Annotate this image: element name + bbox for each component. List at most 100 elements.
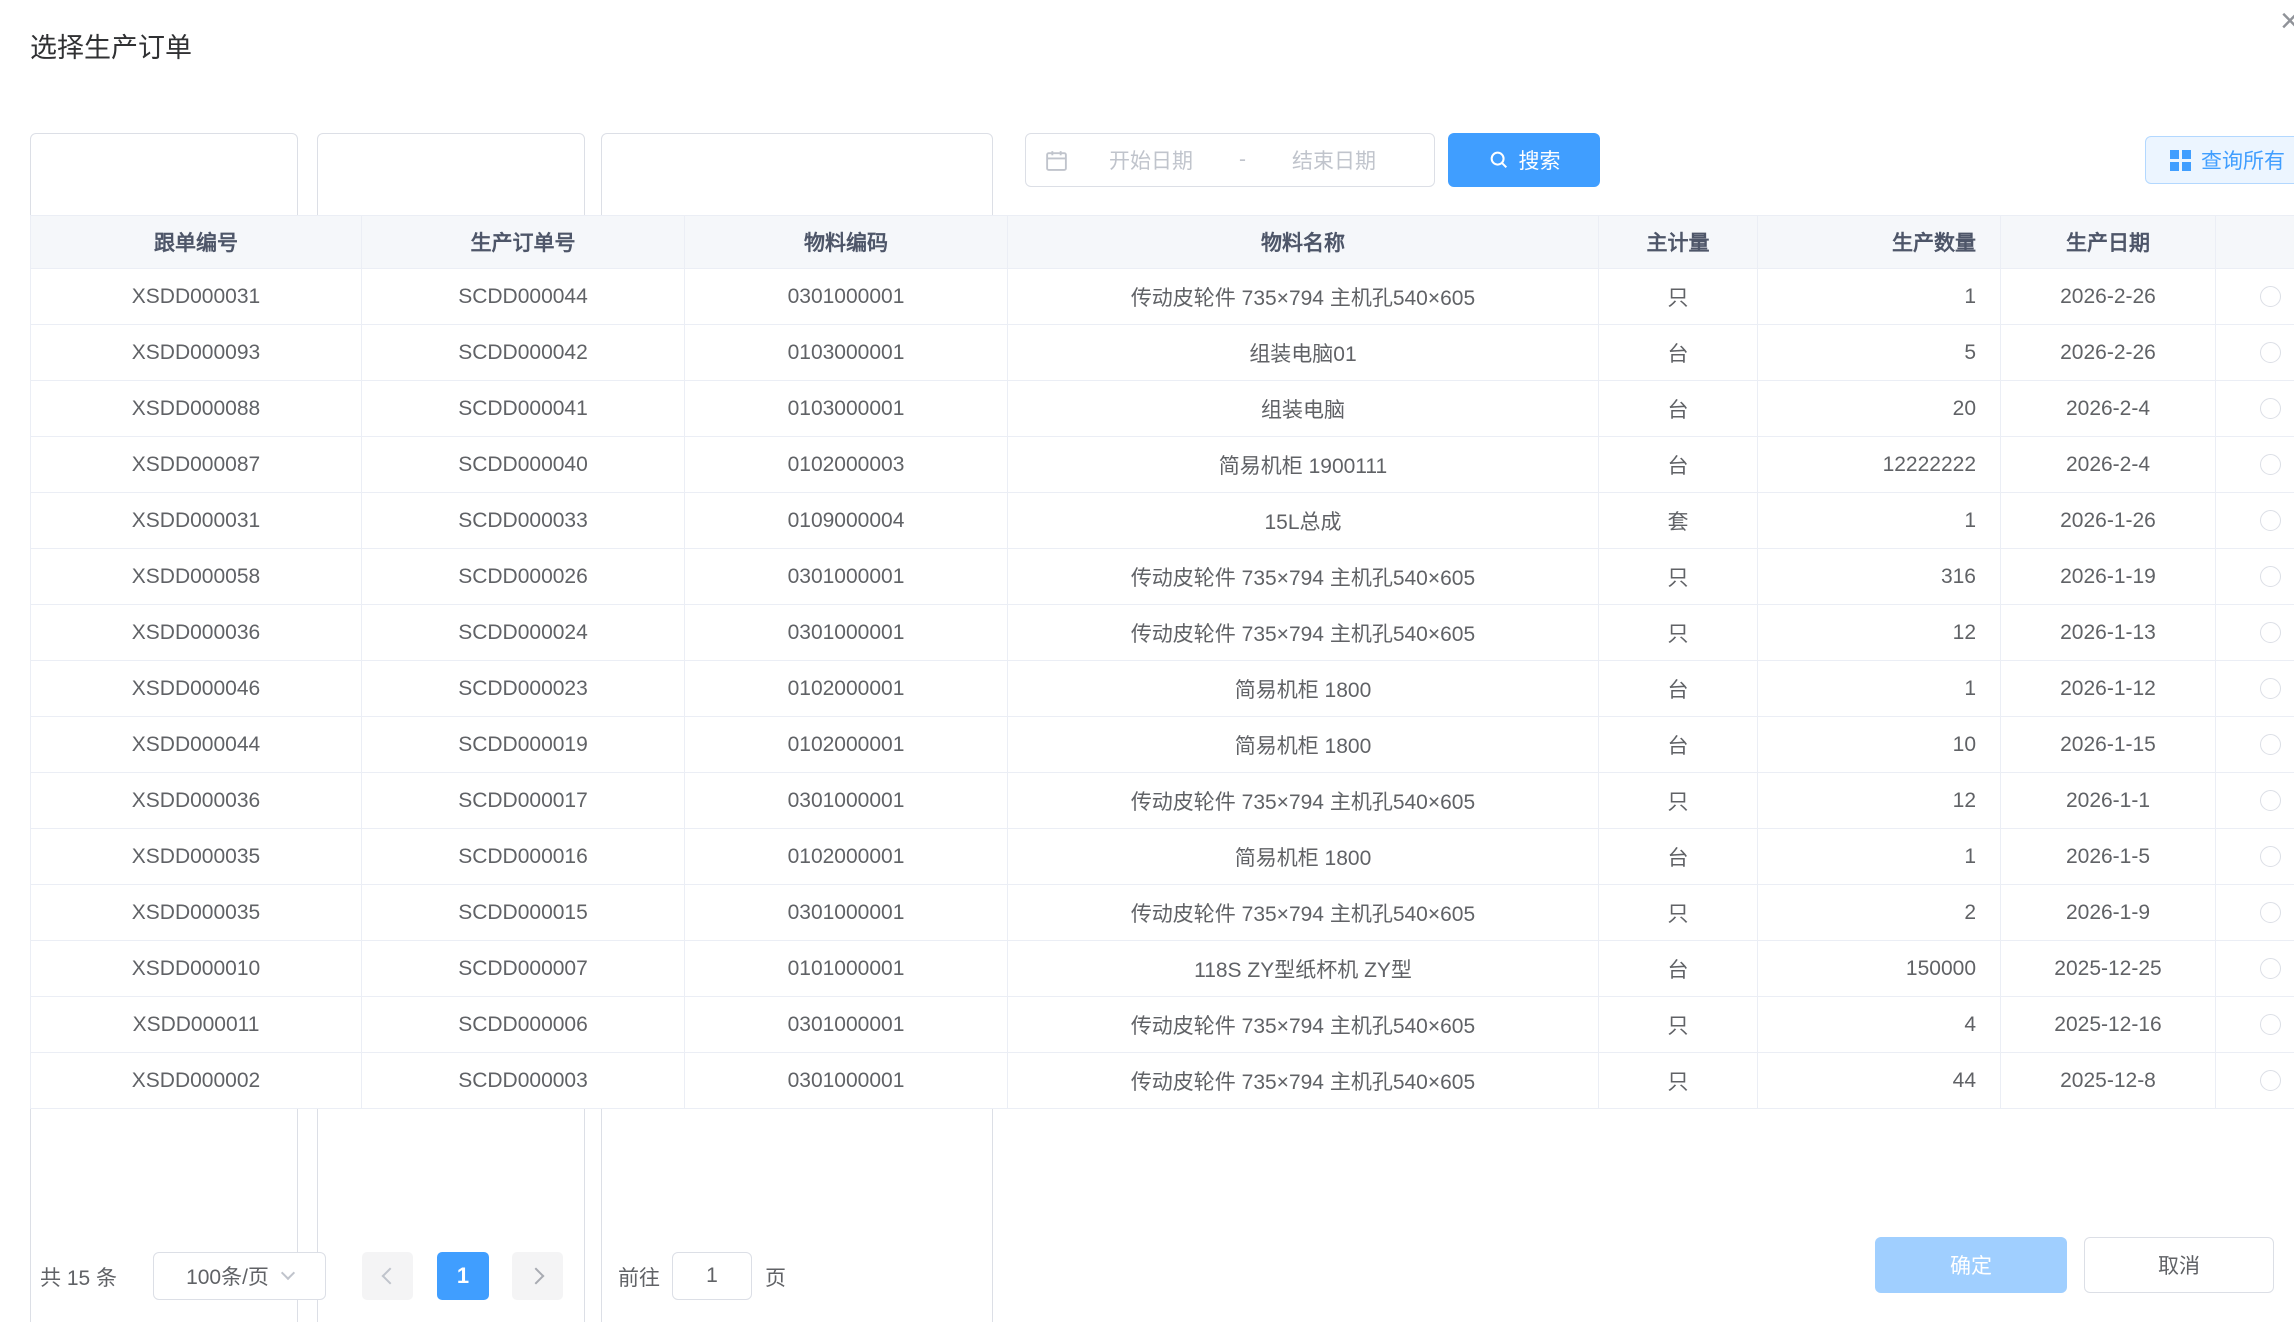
row-radio-button[interactable] (2260, 678, 2281, 699)
select-production-order-dialog: 选择生产订单 × 开始日期 - 结束日期 搜索 查询所有 (0, 0, 2294, 1322)
cell-order_no: XSDD000088 (31, 381, 362, 437)
cell-prod_order_no: SCDD000033 (362, 493, 685, 549)
column-header-select (2216, 216, 2294, 269)
table-row[interactable]: XSDD000058SCDD0000260301000001传动皮轮件 735×… (31, 549, 2294, 605)
date-start-placeholder[interactable]: 开始日期 (1069, 145, 1233, 175)
row-radio-button[interactable] (2260, 342, 2281, 363)
row-radio-button[interactable] (2260, 790, 2281, 811)
column-header-date: 生产日期 (2001, 216, 2216, 269)
date-end-placeholder[interactable]: 结束日期 (1252, 145, 1416, 175)
table-body: XSDD000031SCDD0000440301000001传动皮轮件 735×… (31, 269, 2294, 1109)
cell-select (2216, 549, 2294, 605)
table-row[interactable]: XSDD000011SCDD0000060301000001传动皮轮件 735×… (31, 997, 2294, 1053)
cell-unit: 只 (1599, 773, 1758, 829)
table-row[interactable]: XSDD000031SCDD0000440301000001传动皮轮件 735×… (31, 269, 2294, 325)
cell-material_code: 0301000001 (685, 605, 1008, 661)
cell-material_name: 组装电脑 (1008, 381, 1599, 437)
cell-unit: 只 (1599, 549, 1758, 605)
query-all-button[interactable]: 查询所有 (2145, 136, 2294, 184)
cell-order_no: XSDD000058 (31, 549, 362, 605)
page-size-label: 100条/页 (186, 1261, 269, 1291)
goto-page-input[interactable] (672, 1252, 752, 1300)
cell-material_code: 0301000001 (685, 549, 1008, 605)
cell-select (2216, 1053, 2294, 1109)
confirm-button[interactable]: 确定 (1875, 1237, 2067, 1293)
cell-date: 2026-2-26 (2001, 325, 2216, 381)
cell-unit: 只 (1599, 885, 1758, 941)
row-radio-button[interactable] (2260, 510, 2281, 531)
cell-material_name: 118S ZY型纸杯机 ZY型 (1008, 941, 1599, 997)
table-row[interactable]: XSDD000031SCDD000033010900000415L总成套1202… (31, 493, 2294, 549)
cell-select (2216, 437, 2294, 493)
cancel-button[interactable]: 取消 (2084, 1237, 2274, 1293)
table-row[interactable]: XSDD000044SCDD0000190102000001简易机柜 1800台… (31, 717, 2294, 773)
cell-date: 2026-2-4 (2001, 437, 2216, 493)
table-row[interactable]: XSDD000036SCDD0000170301000001传动皮轮件 735×… (31, 773, 2294, 829)
cell-material_name: 15L总成 (1008, 493, 1599, 549)
cell-material_name: 简易机柜 1800 (1008, 661, 1599, 717)
chevron-left-icon (381, 1268, 398, 1285)
cell-date: 2026-1-13 (2001, 605, 2216, 661)
cell-prod_order_no: SCDD000044 (362, 269, 685, 325)
table-row[interactable]: XSDD000093SCDD0000420103000001组装电脑01台520… (31, 325, 2294, 381)
cell-material_name: 传动皮轮件 735×794 主机孔540×605 (1008, 269, 1599, 325)
cell-material_code: 0102000003 (685, 437, 1008, 493)
row-radio-button[interactable] (2260, 846, 2281, 867)
cell-material_code: 0102000001 (685, 717, 1008, 773)
cell-prod_order_no: SCDD000040 (362, 437, 685, 493)
table-row[interactable]: XSDD000010SCDD0000070101000001118S ZY型纸杯… (31, 941, 2294, 997)
cell-material_code: 0301000001 (685, 773, 1008, 829)
cell-prod_order_no: SCDD000026 (362, 549, 685, 605)
table-row[interactable]: XSDD000088SCDD0000410103000001组装电脑台20202… (31, 381, 2294, 437)
cell-material_name: 简易机柜 1900111 (1008, 437, 1599, 493)
cell-qty: 1 (1758, 269, 2001, 325)
row-radio-button[interactable] (2260, 286, 2281, 307)
row-radio-button[interactable] (2260, 566, 2281, 587)
date-range-picker[interactable]: 开始日期 - 结束日期 (1025, 133, 1435, 187)
cell-order_no: XSDD000044 (31, 717, 362, 773)
table-row[interactable]: XSDD000087SCDD0000400102000003简易机柜 19001… (31, 437, 2294, 493)
grid-icon (2170, 150, 2191, 171)
row-radio-button[interactable] (2260, 1014, 2281, 1035)
prev-page-button[interactable] (362, 1252, 413, 1300)
pagination-total: 共 15 条 (40, 1262, 117, 1292)
cell-prod_order_no: SCDD000041 (362, 381, 685, 437)
cell-date: 2026-1-12 (2001, 661, 2216, 717)
cell-date: 2026-1-26 (2001, 493, 2216, 549)
table-row[interactable]: XSDD000036SCDD0000240301000001传动皮轮件 735×… (31, 605, 2294, 661)
cell-date: 2026-1-1 (2001, 773, 2216, 829)
cell-material_code: 0103000001 (685, 325, 1008, 381)
cell-qty: 44 (1758, 1053, 2001, 1109)
cell-prod_order_no: SCDD000007 (362, 941, 685, 997)
current-page-button[interactable]: 1 (437, 1252, 489, 1300)
cell-material_code: 0102000001 (685, 661, 1008, 717)
cell-material_name: 传动皮轮件 735×794 主机孔540×605 (1008, 1053, 1599, 1109)
cell-material_name: 传动皮轮件 735×794 主机孔540×605 (1008, 997, 1599, 1053)
cell-prod_order_no: SCDD000019 (362, 717, 685, 773)
table-row[interactable]: XSDD000035SCDD0000160102000001简易机柜 1800台… (31, 829, 2294, 885)
row-radio-button[interactable] (2260, 1070, 2281, 1091)
cell-select (2216, 661, 2294, 717)
row-radio-button[interactable] (2260, 902, 2281, 923)
row-radio-button[interactable] (2260, 398, 2281, 419)
table-row[interactable]: XSDD000002SCDD0000030301000001传动皮轮件 735×… (31, 1053, 2294, 1109)
cell-qty: 1 (1758, 661, 2001, 717)
row-radio-button[interactable] (2260, 454, 2281, 475)
cell-unit: 台 (1599, 717, 1758, 773)
cell-date: 2025-12-8 (2001, 1053, 2216, 1109)
page-size-select[interactable]: 100条/页 (153, 1252, 326, 1300)
cell-date: 2026-2-4 (2001, 381, 2216, 437)
table-row[interactable]: XSDD000035SCDD0000150301000001传动皮轮件 735×… (31, 885, 2294, 941)
chevron-right-icon (527, 1268, 544, 1285)
cell-select (2216, 493, 2294, 549)
column-header-order_no: 跟单编号 (31, 216, 362, 269)
cell-date: 2026-1-19 (2001, 549, 2216, 605)
row-radio-button[interactable] (2260, 734, 2281, 755)
next-page-button[interactable] (512, 1252, 563, 1300)
row-radio-button[interactable] (2260, 622, 2281, 643)
table-row[interactable]: XSDD000046SCDD0000230102000001简易机柜 1800台… (31, 661, 2294, 717)
close-icon[interactable]: × (2280, 4, 2294, 38)
cell-material_name: 简易机柜 1800 (1008, 829, 1599, 885)
search-button[interactable]: 搜索 (1448, 133, 1600, 187)
row-radio-button[interactable] (2260, 958, 2281, 979)
